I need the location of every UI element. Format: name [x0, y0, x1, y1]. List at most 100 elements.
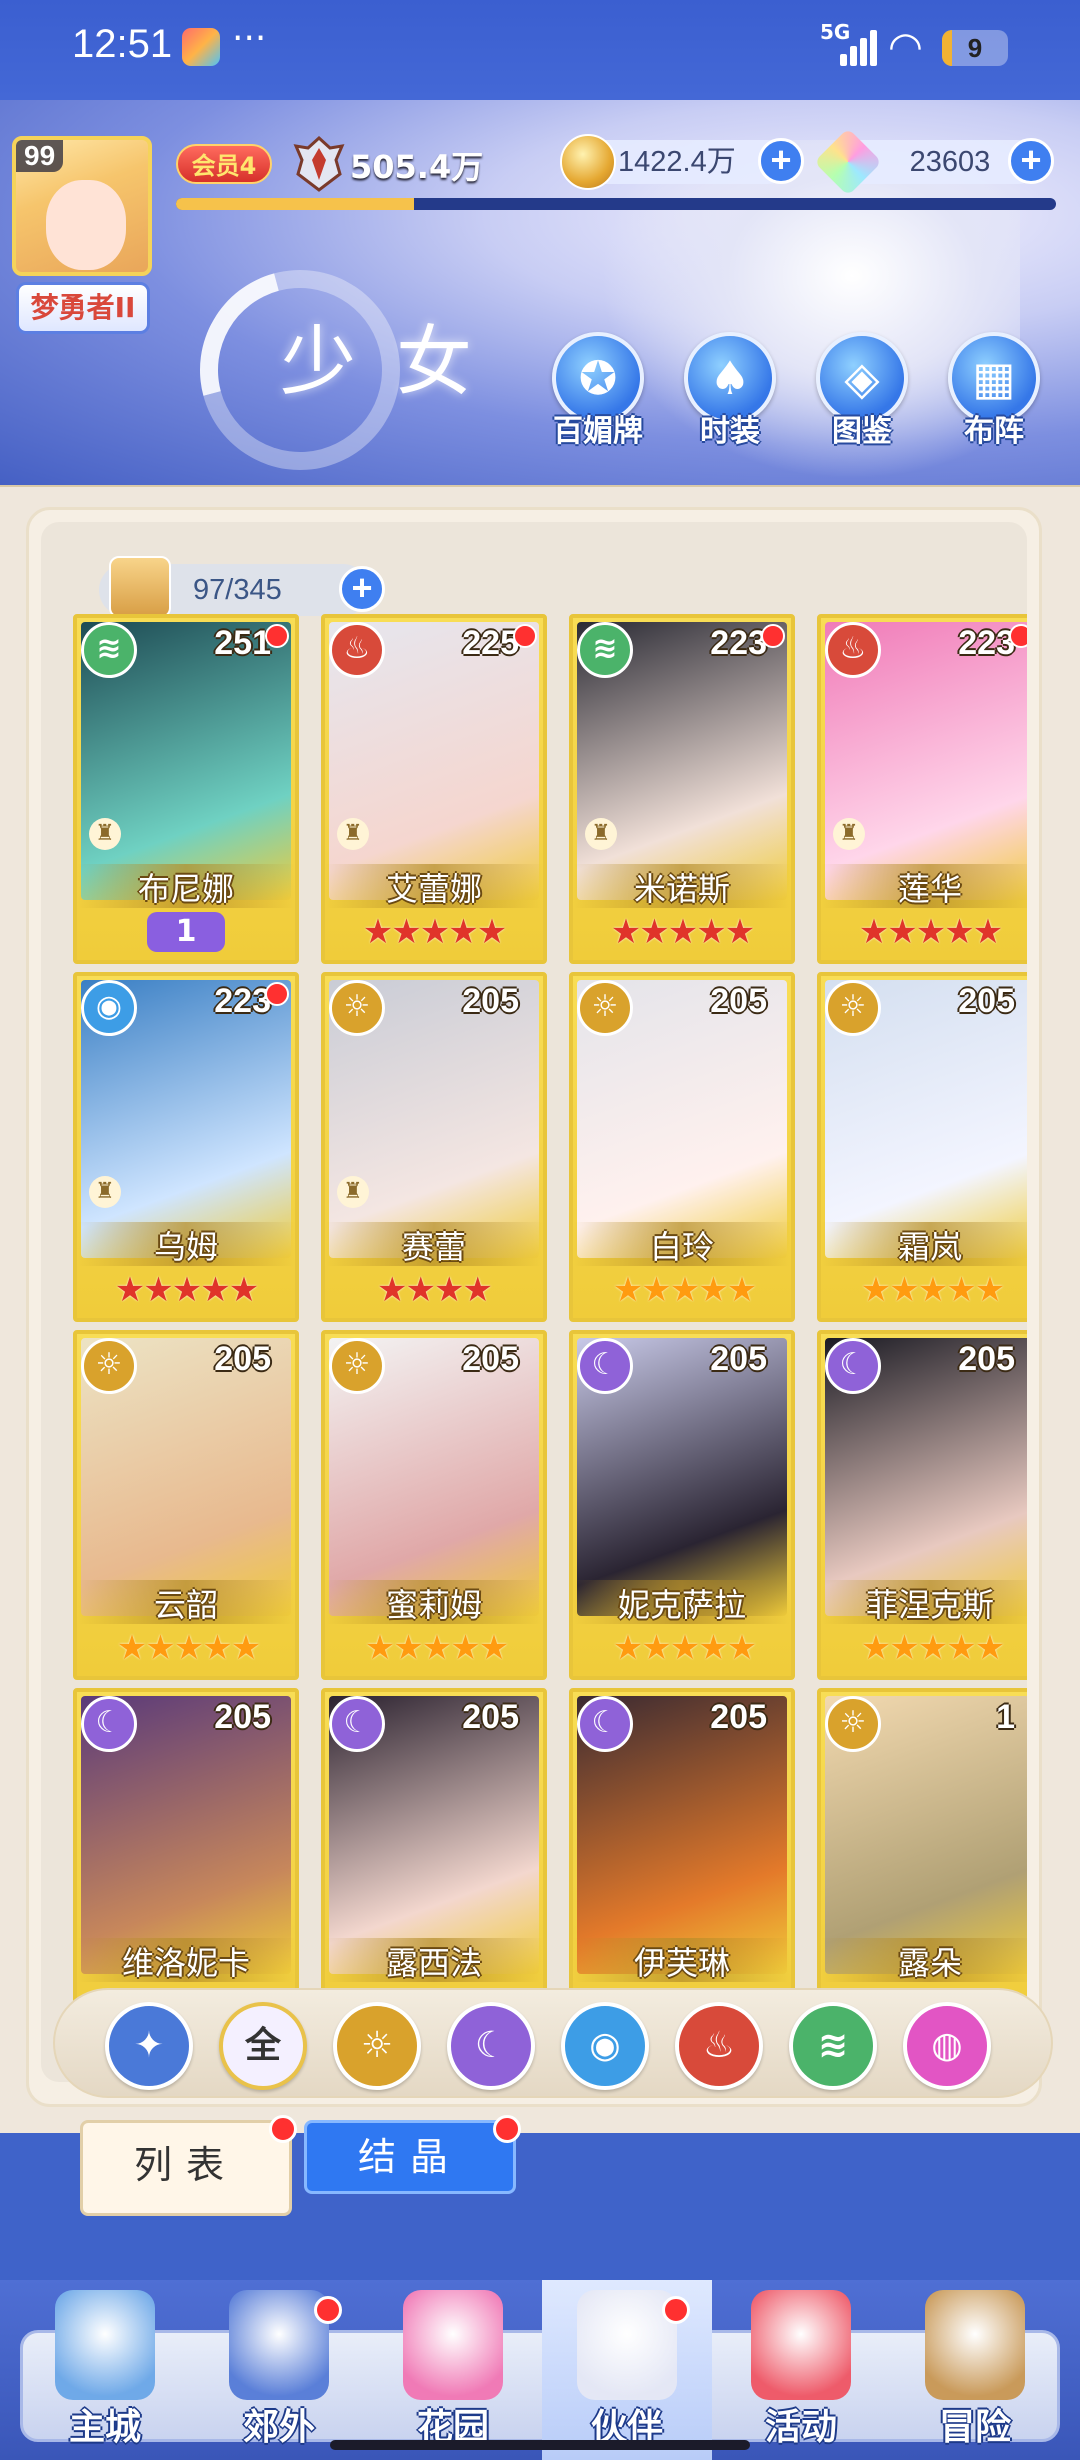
tab-crystal[interactable]: 结晶: [304, 2115, 521, 2194]
tab-list-label: 列表: [133, 2143, 238, 2187]
moon-icon: ☾: [474, 2025, 508, 2066]
light-element-icon: ☼: [825, 1696, 881, 1752]
wind-icon: ≋: [817, 2025, 849, 2066]
fire-icon: ♨: [702, 2025, 736, 2066]
battery-level: 9: [967, 33, 983, 63]
tab-list[interactable]: 列表: [80, 2115, 297, 2216]
element-filter-bar: ✦ 全 ☼ ☾ ◉ ♨ ≋ ◍: [53, 1988, 1053, 2098]
battery-icon: 9: [942, 30, 1008, 66]
character-card[interactable]: ◉ 223 ♜ 乌姆 ★★★★★: [73, 972, 299, 1322]
wind-filter-button[interactable]: ≋: [789, 2002, 877, 2090]
character-level: 205: [462, 1340, 519, 1378]
character-card[interactable]: ☼ 1 露朵: [817, 1688, 1027, 2038]
character-card[interactable]: ♨ 223 ♜ 莲华 ★★★★★: [817, 614, 1027, 964]
player-avatar[interactable]: 99: [12, 136, 152, 276]
dark-element-icon: ☾: [329, 1696, 385, 1752]
character-card[interactable]: ☾ 205 露西法: [321, 1688, 547, 2038]
vip-badge[interactable]: 会员4: [176, 144, 272, 184]
character-level: 223: [710, 624, 767, 662]
add-gold-button[interactable]: +: [758, 138, 804, 184]
add-gem-button[interactable]: +: [1008, 138, 1054, 184]
nav-item[interactable]: 花园: [368, 2280, 538, 2460]
character-name: 蜜莉姆: [325, 1580, 543, 1624]
character-name: 霜岚: [821, 1222, 1027, 1266]
character-card[interactable]: ☼ 205 蜜莉姆 ★★★★★: [321, 1330, 547, 1680]
character-name: 乌姆: [77, 1222, 295, 1266]
expand-capacity-button[interactable]: +: [339, 566, 385, 612]
character-level: 251: [214, 624, 271, 662]
gem-counter: 23603 +: [814, 128, 1054, 196]
character-card[interactable]: ☼ 205 ♜ 赛蕾 ★★★★: [321, 972, 547, 1322]
all-filter-filter-button[interactable]: 全: [219, 2002, 307, 2090]
star-rating: ★★★★: [377, 1270, 493, 1310]
character-name: 布尼娜: [77, 864, 295, 908]
notification-dot: [493, 2115, 521, 2143]
star-rating: ★★★★★: [860, 1270, 1005, 1310]
notification-dot: [265, 624, 289, 648]
star-rating: ★★★★★: [860, 1628, 1005, 1668]
nav-item[interactable]: 活动: [716, 2280, 886, 2460]
character-card[interactable]: ☾ 205 菲涅克斯 ★★★★★: [817, 1330, 1027, 1680]
character-name: 露朵: [821, 1938, 1027, 1982]
outfit-label: 时装: [700, 414, 760, 449]
character-card[interactable]: ≋ 251 ♜ 布尼娜 1: [73, 614, 299, 964]
character-level: 205: [958, 1340, 1015, 1378]
drop-icon: ◉: [589, 2025, 621, 2066]
roster-panel: 97/345 + ≋ 251 ♜ 布尼娜 1 ♨ 225 ♜ 艾蕾娜 ★★★★★ ≋ 223 ♜ 米诺斯 ★…: [0, 485, 1080, 2133]
notification-dot: [269, 2115, 297, 2143]
orb-filter-button[interactable]: ◍: [903, 2002, 991, 2090]
dark-element-icon: ☾: [577, 1696, 633, 1752]
character-card[interactable]: ☼ 205 白玲 ★★★★★: [569, 972, 795, 1322]
character-card[interactable]: ☾ 205 维洛妮卡: [73, 1688, 299, 2038]
character-level: 205: [462, 982, 519, 1020]
formation-button[interactable]: ▦ 布阵: [938, 332, 1050, 464]
character-name: 维洛妮卡: [77, 1938, 295, 1982]
star-filter-filter-button[interactable]: ✦: [105, 2002, 193, 2090]
nav-item[interactable]: 伙伴: [542, 2280, 712, 2460]
character-level: 223: [214, 982, 271, 1020]
character-card[interactable]: ☼ 205 霜岚 ★★★★★: [817, 972, 1027, 1322]
player-name[interactable]: 梦勇者II: [16, 282, 150, 334]
wind-element-icon: ≋: [81, 622, 137, 678]
sun-icon: ☼: [360, 2025, 394, 2066]
moon-filter-button[interactable]: ☾: [447, 2002, 535, 2090]
more-dots-icon: ···: [232, 18, 267, 59]
chess-piece-icon: ♜: [89, 1176, 121, 1208]
fire-filter-button[interactable]: ♨: [675, 2002, 763, 2090]
light-element-icon: ☼: [81, 1338, 137, 1394]
light-element-icon: ☼: [825, 980, 881, 1036]
dark-element-icon: ☾: [81, 1696, 137, 1752]
game-app-icon: [182, 28, 220, 66]
character-level: 1: [996, 1698, 1015, 1736]
star-filter-icon: ✦: [133, 2025, 165, 2066]
chess-piece-icon: ♜: [337, 1176, 369, 1208]
character-name: 艾蕾娜: [325, 864, 543, 908]
character-name: 米诺斯: [573, 864, 791, 908]
signal-icon: [840, 30, 880, 66]
nav-item[interactable]: 主城: [20, 2280, 190, 2460]
nav-icon: [55, 2290, 155, 2400]
gold-amount: 1422.4万: [618, 146, 736, 178]
chess-piece-icon: ♜: [337, 818, 369, 850]
character-card[interactable]: ♨ 225 ♜ 艾蕾娜 ★★★★★: [321, 614, 547, 964]
fire-element-icon: ♨: [825, 622, 881, 678]
home-indicator[interactable]: [330, 2440, 750, 2450]
star-rating: ★★★★★: [362, 912, 507, 952]
dark-element-icon: ☾: [825, 1338, 881, 1394]
star-rating: ★★★★★: [612, 1270, 757, 1310]
character-card[interactable]: ☾ 205 伊芙琳: [569, 1688, 795, 2038]
nav-item[interactable]: 冒险: [890, 2280, 1060, 2460]
star-rating: ★★★★★: [610, 912, 755, 952]
sun-filter-button[interactable]: ☼: [333, 2002, 421, 2090]
character-card[interactable]: ≋ 223 ♜ 米诺斯 ★★★★★: [569, 614, 795, 964]
roster-capacity: 97/345 +: [99, 556, 385, 618]
nav-item[interactable]: 郊外: [194, 2280, 364, 2460]
character-level: 205: [710, 982, 767, 1020]
gallery-button[interactable]: ◈ 图鉴: [806, 332, 918, 464]
character-card[interactable]: ☼ 205 云韶 ★★★★★: [73, 1330, 299, 1680]
drop-filter-button[interactable]: ◉: [561, 2002, 649, 2090]
capacity-count: 97/345: [193, 574, 282, 606]
character-card[interactable]: ☾ 205 妮克萨拉 ★★★★★: [569, 1330, 795, 1680]
outfit-button[interactable]: ♠ 时装: [674, 332, 786, 464]
baimei-card-button[interactable]: ✪ 百媚牌: [542, 332, 654, 464]
